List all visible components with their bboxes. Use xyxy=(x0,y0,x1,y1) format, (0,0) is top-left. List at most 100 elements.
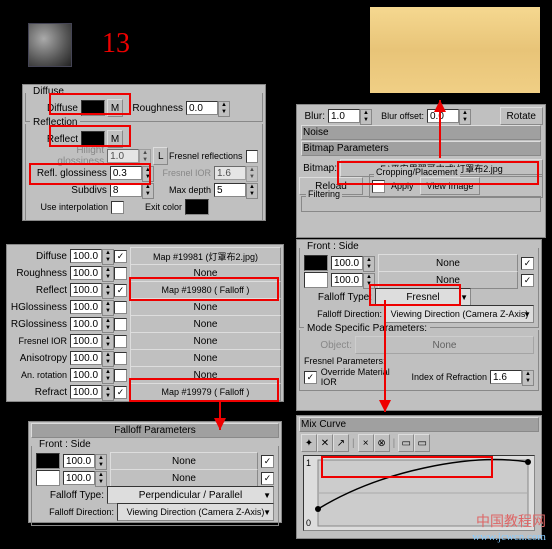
diffuse-map-button[interactable]: M xyxy=(107,99,123,117)
falloff1-type-dd[interactable]: Perpendicular / Parallel▼ xyxy=(107,486,274,504)
texture-preview xyxy=(370,7,540,93)
falloff2-sp2[interactable]: ▲▼ xyxy=(331,273,375,287)
falloff1-map2[interactable]: None xyxy=(110,469,258,487)
map-refract-label: Refract xyxy=(9,387,70,398)
map-diffuse-btn[interactable]: Map #19981 (灯罩布2.jpg) xyxy=(130,247,281,265)
map-anrot-cb[interactable] xyxy=(114,369,127,382)
falloff2-sp1[interactable]: ▲▼ xyxy=(331,256,375,270)
map-reflect-cb[interactable]: ✓ xyxy=(114,284,127,297)
map-diffuse-label: Diffuse xyxy=(9,251,70,262)
falloff1-sw1[interactable] xyxy=(36,453,60,469)
map-fior-cb[interactable] xyxy=(114,335,127,348)
map-aniso-btn[interactable]: None xyxy=(130,349,281,367)
subdivs-spinner[interactable]: ▲▼ xyxy=(110,183,154,197)
exitcolor-swatch[interactable] xyxy=(185,199,209,215)
falloff1-header: Falloff Parameters xyxy=(31,423,279,438)
diffuse-swatch[interactable] xyxy=(81,100,105,116)
falloff2-sw1[interactable] xyxy=(304,255,328,271)
curve-tool-7[interactable]: ▭ xyxy=(414,434,430,452)
panel-diffuse-reflection: Diffuse Diffuse M Roughness ▲▼ Reflectio… xyxy=(22,84,266,221)
map-aniso-spinner[interactable]: ▲▼ xyxy=(70,351,114,365)
useinterp-checkbox[interactable] xyxy=(111,201,124,214)
map-rgloss-cb[interactable] xyxy=(114,318,127,331)
map-refract-btn[interactable]: Map #19979 ( Falloff ) xyxy=(130,383,281,401)
map-diffuse-cb[interactable]: ✓ xyxy=(114,250,127,263)
bluroff-spinner[interactable]: ▲▼ xyxy=(427,109,471,123)
falloff1-sp1[interactable]: ▲▼ xyxy=(63,454,107,468)
ior-spinner[interactable]: ▲▼ xyxy=(490,370,534,384)
map-hgloss-btn[interactable]: None xyxy=(130,298,281,316)
fresnel-params-label: Fresnel Parameters: xyxy=(304,356,534,366)
falloff1-cb2[interactable]: ✓ xyxy=(261,472,274,485)
map-reflect-btn[interactable]: Map #19980 ( Falloff ) xyxy=(130,281,281,299)
falloff2-dir-label: Falloff Direction: xyxy=(304,309,385,319)
map-fior-spinner[interactable]: ▲▼ xyxy=(70,334,114,348)
map-hgloss-spinner[interactable]: ▲▼ xyxy=(70,300,114,314)
falloff1-map1[interactable]: None xyxy=(110,452,258,470)
crop-label: Cropping/Placement xyxy=(374,167,460,177)
map-rough-spinner[interactable]: ▲▼ xyxy=(70,266,114,280)
override-cb[interactable]: ✓ xyxy=(304,371,317,384)
falloff1-type-label: Falloff Type: xyxy=(36,490,107,501)
map-rough-btn[interactable]: None xyxy=(130,264,281,282)
apply-cb[interactable] xyxy=(372,180,385,193)
bitmap-params-header[interactable]: Bitmap Parameters xyxy=(301,141,541,156)
map-rgloss-label: RGlossiness xyxy=(9,319,70,330)
refl-gloss-spinner[interactable]: ▲▼ xyxy=(110,166,154,180)
falloff2-type-dd[interactable]: Fresnel▼ xyxy=(375,288,471,306)
noise-header[interactable]: Noise xyxy=(301,125,541,140)
map-diffuse-spinner[interactable]: ▲▼ xyxy=(70,249,114,263)
mode-params-label: Mode Specific Parameters: xyxy=(304,323,430,334)
falloff2-dir-dd[interactable]: Viewing Direction (Camera Z-Axis)▼ xyxy=(385,305,534,323)
map-anrot-spinner[interactable]: ▲▼ xyxy=(70,368,114,382)
curve-tool-3[interactable]: ↗ xyxy=(333,434,349,452)
override-label: Override Material IOR xyxy=(321,367,407,387)
map-refract-cb[interactable]: ✓ xyxy=(114,386,127,399)
falloff1-dir-dd[interactable]: Viewing Direction (Camera Z-Axis)▼ xyxy=(117,503,274,521)
map-hgloss-cb[interactable] xyxy=(114,301,127,314)
map-aniso-cb[interactable] xyxy=(114,352,127,365)
subdivs-label: Subdivs xyxy=(30,185,110,196)
diffuse-group-label: Diffuse xyxy=(30,86,67,97)
fresnel-ior-label: Fresnel IOR xyxy=(154,168,214,178)
fresnel-refl-checkbox[interactable] xyxy=(246,150,258,163)
mixcurve-header[interactable]: Mix Curve xyxy=(299,417,539,432)
falloff2-sw2[interactable] xyxy=(304,272,328,288)
map-anrot-btn[interactable]: None xyxy=(130,366,281,384)
hilight-lock[interactable]: L xyxy=(153,147,168,165)
curve-tool-4[interactable]: × xyxy=(358,434,374,452)
curve-tool-2[interactable]: ✕ xyxy=(317,434,333,452)
falloff2-type-label: Falloff Type: xyxy=(304,292,375,303)
falloff2-map2[interactable]: None xyxy=(378,271,518,289)
map-rgloss-spinner[interactable]: ▲▼ xyxy=(70,317,114,331)
falloff1-front-label: Front : Side xyxy=(36,439,94,450)
panel-falloff2: Front : Side ▲▼None✓ ▲▼None✓ Falloff Typ… xyxy=(296,239,542,411)
filtering-label: Filtering xyxy=(306,189,342,199)
object-btn[interactable]: None xyxy=(355,336,534,354)
map-rough-cb[interactable] xyxy=(114,267,127,280)
map-rgloss-btn[interactable]: None xyxy=(130,315,281,333)
reflect-map-button[interactable]: M xyxy=(107,130,123,148)
rotate-button[interactable]: Rotate xyxy=(500,107,543,125)
falloff2-cb2[interactable]: ✓ xyxy=(521,274,534,287)
falloff1-sw2[interactable] xyxy=(36,470,60,486)
curve-toolbar[interactable]: ✦ ✕ ↗ | × ⊗ | ▭ ▭ xyxy=(297,433,541,453)
map-fior-btn[interactable]: None xyxy=(130,332,281,350)
viewimage-button[interactable]: View Image xyxy=(420,177,481,195)
ior-label: Index of Refraction xyxy=(407,372,490,382)
falloff1-cb1[interactable]: ✓ xyxy=(261,455,274,468)
curve-tool-5[interactable]: ⊗ xyxy=(374,434,390,452)
useinterp-label: Use interpolation xyxy=(30,202,111,212)
map-reflect-spinner[interactable]: ▲▼ xyxy=(70,283,114,297)
roughness-spinner[interactable]: ▲▼ xyxy=(186,101,230,115)
hilight-spinner[interactable]: ▲▼ xyxy=(107,149,151,163)
map-refract-spinner[interactable]: ▲▼ xyxy=(70,385,114,399)
falloff2-cb1[interactable]: ✓ xyxy=(521,257,534,270)
fresnel-ior-spinner[interactable]: ▲▼ xyxy=(214,166,258,180)
falloff1-sp2[interactable]: ▲▼ xyxy=(63,471,107,485)
curve-tool-1[interactable]: ✦ xyxy=(301,434,317,452)
maxdepth-spinner[interactable]: ▲▼ xyxy=(214,183,258,197)
falloff2-map1[interactable]: None xyxy=(378,254,518,272)
curve-tool-6[interactable]: ▭ xyxy=(398,434,414,452)
blur-spinner[interactable]: ▲▼ xyxy=(328,109,372,123)
